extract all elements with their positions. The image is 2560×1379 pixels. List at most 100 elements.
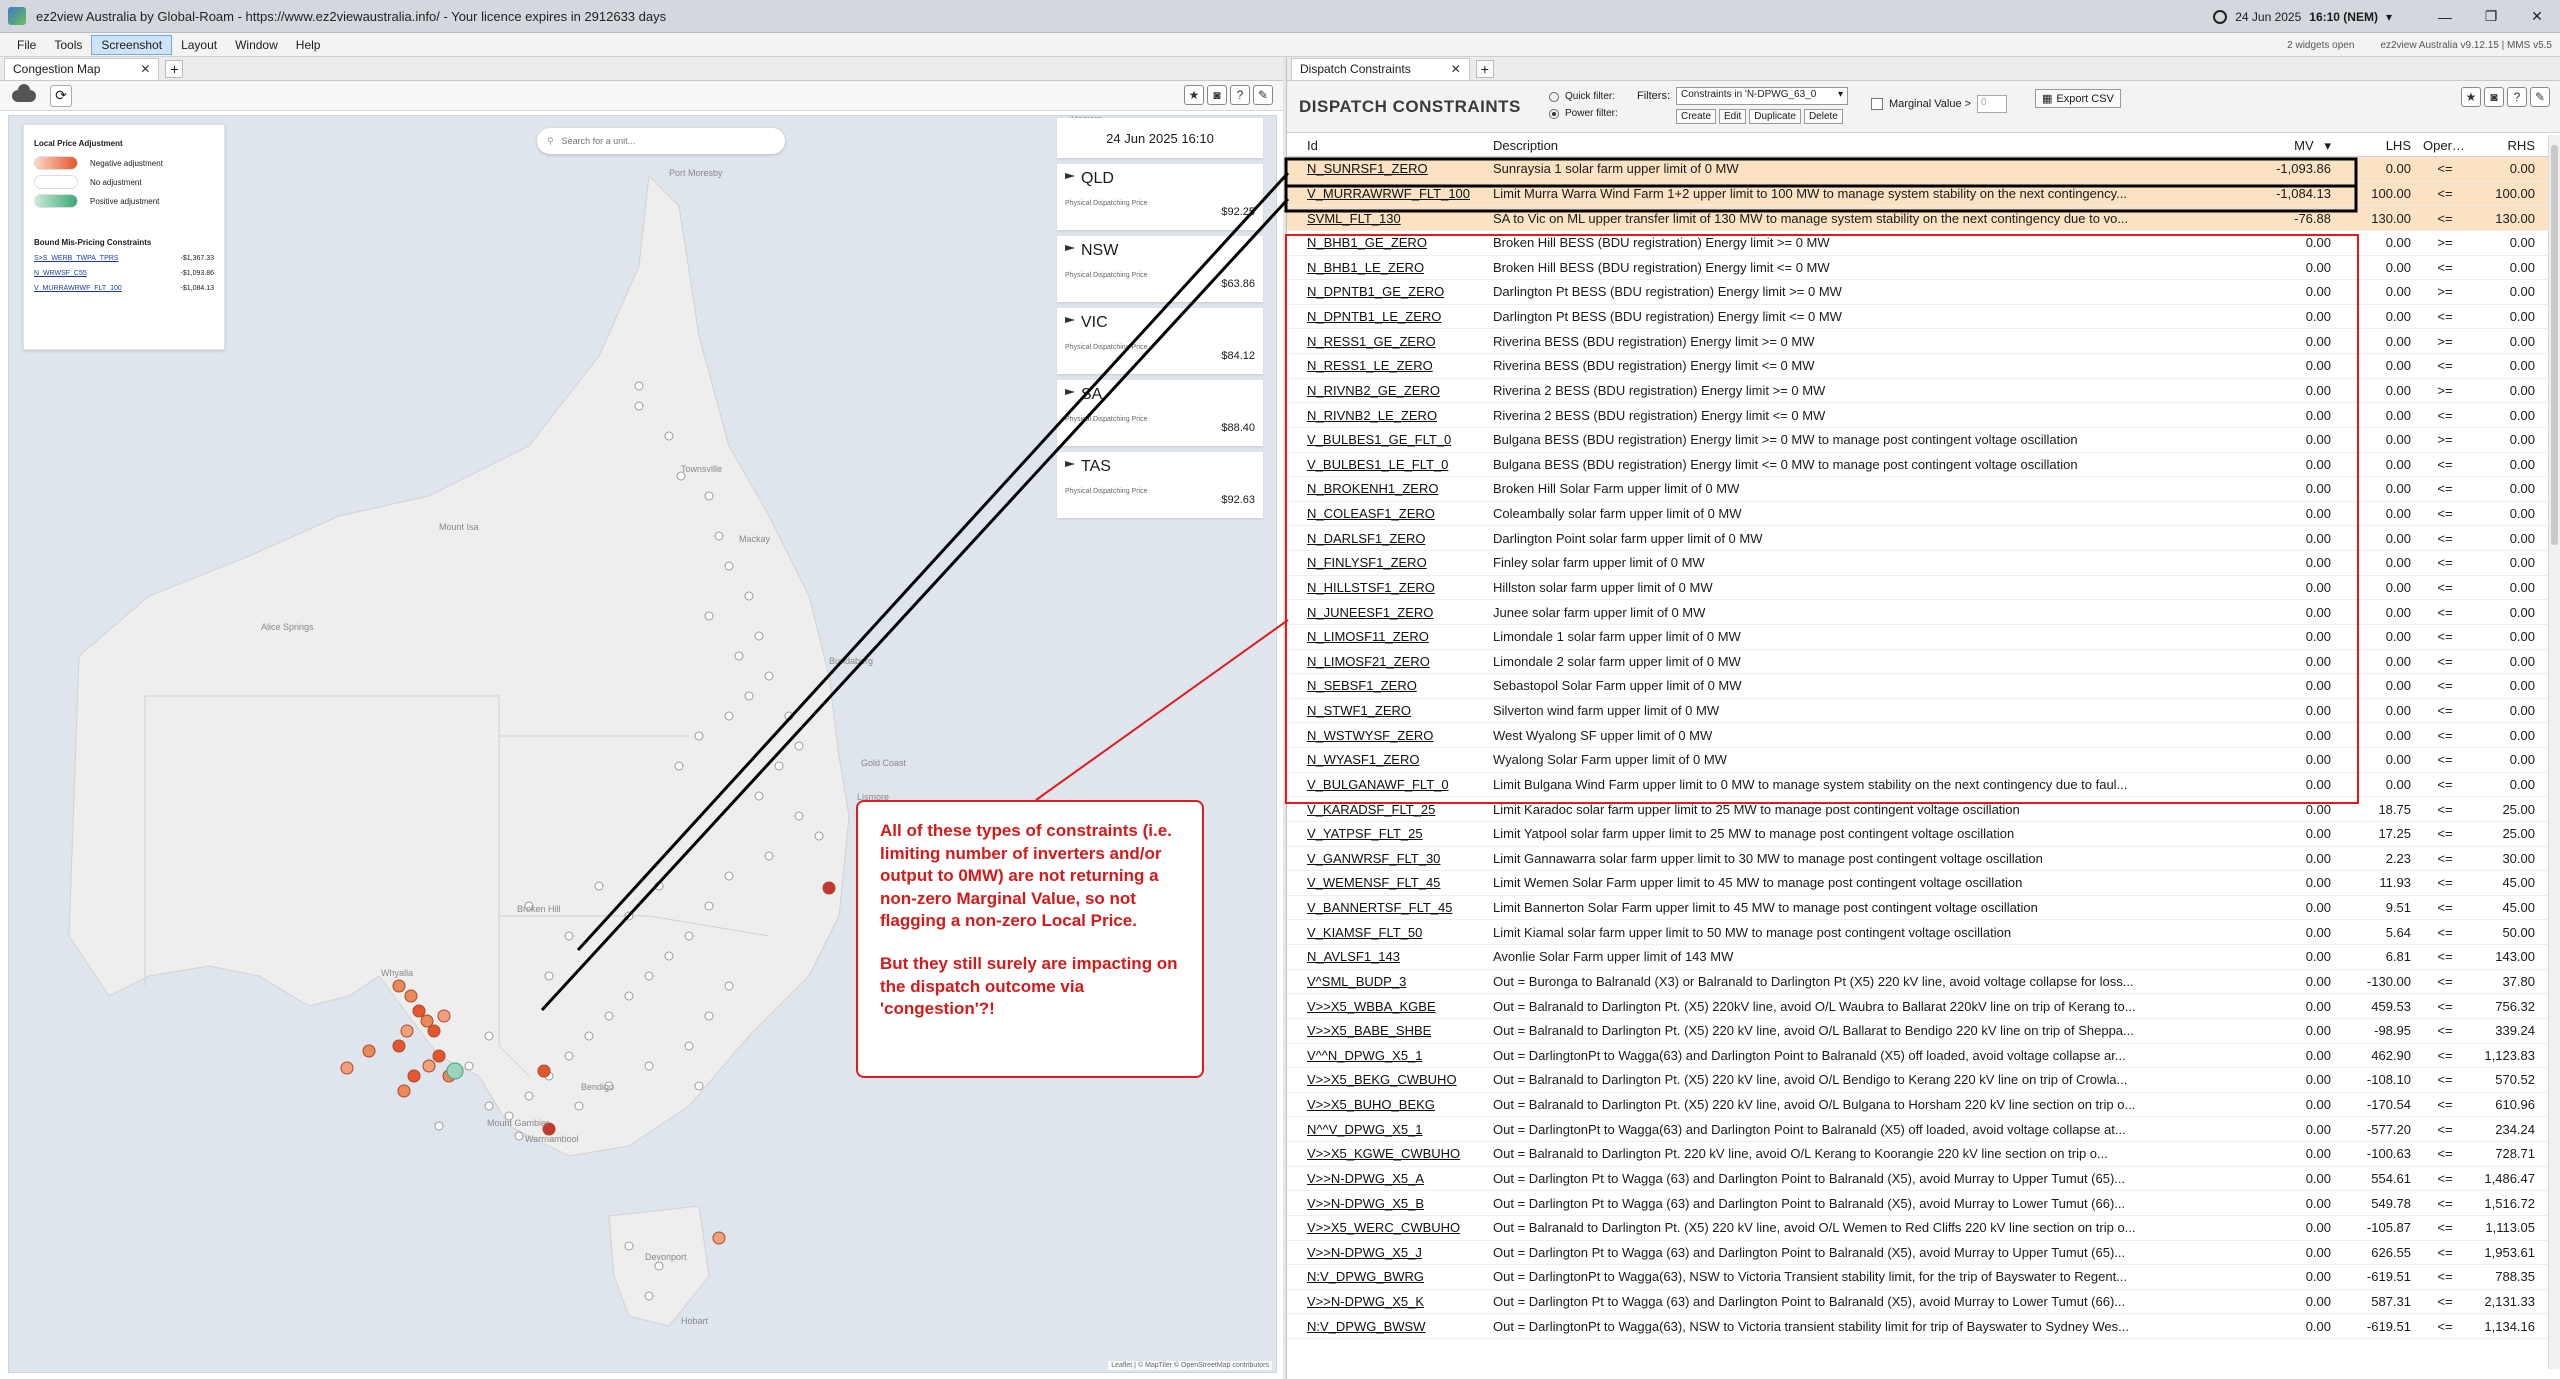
cell-id[interactable]: V>>X5_BABE_SHBE xyxy=(1287,1023,1487,1038)
table-row[interactable]: V>>X5_WERC_CWBUHO Out = Balranald to Darl… xyxy=(1287,1216,2549,1241)
table-row[interactable]: N_LIMOSF21_ZERO Limondale 2 solar farm up… xyxy=(1287,650,2549,675)
create-button[interactable]: Create xyxy=(1676,109,1717,124)
table-row[interactable]: V_MURRAWRWF_FLT_100 Limit Murra Warra Win… xyxy=(1287,181,2549,207)
star-icon[interactable]: ★ xyxy=(2461,87,2481,107)
bmp-link[interactable]: V_MURRAWRWF_FLT_100 xyxy=(34,285,122,292)
cell-id[interactable]: V^^N_DPWG_X5_1 xyxy=(1287,1048,1487,1063)
bmp-link[interactable]: N_WRWSF_C55 xyxy=(34,270,87,277)
cell-id[interactable]: N_COLEASF1_ZERO xyxy=(1287,506,1487,521)
cell-id[interactable]: V>>X5_WERC_CWBUHO xyxy=(1287,1220,1487,1235)
table-row[interactable]: V_BULBES1_LE_FLT_0 Bulgana BESS (BDU regi… xyxy=(1287,453,2549,478)
table-row[interactable]: N_SUNRSF1_ZERO Sunraysia 1 solar farm upp… xyxy=(1287,157,2549,182)
column-header-operator[interactable]: Operator xyxy=(2417,138,2473,153)
table-row[interactable]: N_WSTWYSF_ZERO West Wyalong SF upper limi… xyxy=(1287,723,2549,748)
table-row[interactable]: N_SEBSF1_ZERO Sebastopol Solar Farm upper… xyxy=(1287,674,2549,699)
region-card-vic[interactable]: VIC Physical Dispatching Price $84.12 xyxy=(1057,308,1263,374)
cell-id[interactable]: V_BULBES1_LE_FLT_0 xyxy=(1287,457,1487,472)
cell-id[interactable]: V_WEMENSF_FLT_45 xyxy=(1287,875,1487,890)
bmp-row[interactable]: V_MURRAWRWF_FLT_100 -$1,084.13 xyxy=(34,285,214,292)
map-attribution[interactable]: Leaflet | © MapTiler © OpenStreetMap con… xyxy=(1108,1361,1272,1370)
table-row[interactable]: V_BULBES1_GE_FLT_0 Bulgana BESS (BDU regi… xyxy=(1287,428,2549,453)
cell-id[interactable]: N_BHB1_GE_ZERO xyxy=(1287,235,1487,250)
table-row[interactable]: N_LIMOSF11_ZERO Limondale 1 solar farm up… xyxy=(1287,625,2549,650)
camera-icon[interactable]: ◙ xyxy=(1207,85,1227,105)
nem-clock[interactable]: 24 Jun 2025 16:10 (NEM) ▾ xyxy=(2213,9,2392,24)
cell-id[interactable]: N_RESS1_LE_ZERO xyxy=(1287,358,1487,373)
table-row[interactable]: V_YATPSF_FLT_25 Limit Yatpool solar farm … xyxy=(1287,822,2549,847)
vertical-scrollbar[interactable] xyxy=(2548,135,2560,1369)
table-row[interactable]: V>>N-DPWG_X5_B Out = Darlington Pt to Wag… xyxy=(1287,1191,2549,1216)
table-row[interactable]: V>>X5_WBBA_KGBE Out = Balranald to Darlin… xyxy=(1287,994,2549,1019)
table-row[interactable]: N_BROKENH1_ZERO Broken Hill Solar Farm up… xyxy=(1287,477,2549,502)
cell-id[interactable]: V>>N-DPWG_X5_J xyxy=(1287,1245,1487,1260)
table-row[interactable]: N_DPNTB1_LE_ZERO Darlington Pt BESS (BDU … xyxy=(1287,305,2549,330)
cell-id[interactable]: V_MURRAWRWF_FLT_100 xyxy=(1287,186,1487,201)
cell-id[interactable]: V^SML_BUDP_3 xyxy=(1287,974,1487,989)
table-row[interactable]: N_RIVNB2_GE_ZERO Riverina 2 BESS (BDU reg… xyxy=(1287,379,2549,404)
marginal-value-checkbox[interactable] xyxy=(1871,98,1883,110)
table-row[interactable]: N_AVLSF1_143 Avonlie Solar Farm upper lim… xyxy=(1287,945,2549,970)
cell-id[interactable]: N_STWF1_ZERO xyxy=(1287,703,1487,718)
table-row[interactable]: V_BANNERTSF_FLT_45 Limit Bannerton Solar … xyxy=(1287,896,2549,921)
help-icon[interactable]: ? xyxy=(2507,87,2527,107)
table-row[interactable]: N^^V_DPWG_X5_1 Out = DarlingtonPt to Wagg… xyxy=(1287,1117,2549,1142)
cell-id[interactable]: N_DPNTB1_LE_ZERO xyxy=(1287,309,1487,324)
tab-congestion-map[interactable]: Congestion Map ✕ xyxy=(4,57,160,80)
cell-id[interactable]: N_AVLSF1_143 xyxy=(1287,949,1487,964)
cell-id[interactable]: V>>N-DPWG_X5_B xyxy=(1287,1196,1487,1211)
region-card-qld[interactable]: QLD Physical Dispatching Price $92.25 xyxy=(1057,164,1263,230)
table-row[interactable]: N:V_DPWG_BWRG Out = DarlingtonPt to Wagga… xyxy=(1287,1265,2549,1290)
close-icon[interactable]: ✕ xyxy=(140,62,150,76)
cell-id[interactable]: N:V_DPWG_BWSW xyxy=(1287,1319,1487,1334)
cell-id[interactable]: V_YATPSF_FLT_25 xyxy=(1287,826,1487,841)
menu-tools[interactable]: Tools xyxy=(45,36,91,54)
cell-id[interactable]: V_BANNERTSF_FLT_45 xyxy=(1287,900,1487,915)
quick-filter-radio[interactable] xyxy=(1549,91,1559,102)
duplicate-button[interactable]: Duplicate xyxy=(1749,109,1801,124)
table-row[interactable]: V_WEMENSF_FLT_45 Limit Wemen Solar Farm u… xyxy=(1287,871,2549,896)
region-card-nsw[interactable]: NSW Physical Dispatching Price $63.86 xyxy=(1057,236,1263,302)
cell-id[interactable]: V_KARADSF_FLT_25 xyxy=(1287,802,1487,817)
table-row[interactable]: V>>X5_BEKG_CWBUHO Out = Balranald to Darl… xyxy=(1287,1068,2549,1093)
table-row[interactable]: N_HILLSTSF1_ZERO Hillston solar farm uppe… xyxy=(1287,576,2549,601)
map-canvas[interactable]: Port Moresby Honiara Mount Isa Townsvill… xyxy=(8,115,1277,1373)
table-row[interactable]: N_JUNEESF1_ZERO Junee solar farm upper li… xyxy=(1287,600,2549,625)
cell-id[interactable]: V>>N-DPWG_X5_K xyxy=(1287,1294,1487,1309)
cell-id[interactable]: V>>X5_BEKG_CWBUHO xyxy=(1287,1072,1487,1087)
cell-id[interactable]: V>>X5_BUHO_BEKG xyxy=(1287,1097,1487,1112)
table-row[interactable]: V>>N-DPWG_X5_A Out = Darlington Pt to Wag… xyxy=(1287,1167,2549,1192)
cell-id[interactable]: N_DARLSF1_ZERO xyxy=(1287,531,1487,546)
table-row[interactable]: N_BHB1_LE_ZERO Broken Hill BESS (BDU regi… xyxy=(1287,256,2549,281)
edit-button[interactable]: Edit xyxy=(1719,109,1747,124)
cell-id[interactable]: V_GANWRSF_FLT_30 xyxy=(1287,851,1487,866)
table-row[interactable]: V>>N-DPWG_X5_J Out = Darlington Pt to Wag… xyxy=(1287,1241,2549,1266)
menu-help[interactable]: Help xyxy=(287,36,330,54)
bmp-link[interactable]: S>S_WERB_TWPA_TPRS xyxy=(34,255,118,262)
table-row[interactable]: V>>X5_BABE_SHBE Out = Balranald to Darlin… xyxy=(1287,1019,2549,1044)
scrollbar-thumb[interactable] xyxy=(2551,145,2558,545)
menu-window[interactable]: Window xyxy=(226,36,287,54)
table-row[interactable]: V_BULGANAWF_FLT_0 Limit Bulgana Wind Farm… xyxy=(1287,773,2549,798)
table-row[interactable]: N_BHB1_GE_ZERO Broken Hill BESS (BDU regi… xyxy=(1287,231,2549,256)
cell-id[interactable]: N_LIMOSF11_ZERO xyxy=(1287,629,1487,644)
column-header-id[interactable]: Id xyxy=(1287,138,1487,153)
chevron-down-icon[interactable]: ▾ xyxy=(2386,10,2392,24)
table-row[interactable]: SVML_FLT_130 SA to Vic on ML upper transf… xyxy=(1287,206,2549,231)
table-row[interactable]: V>>X5_KGWE_CWBUHO Out = Balranald to Darl… xyxy=(1287,1142,2549,1167)
add-tab-button[interactable]: + xyxy=(165,59,184,78)
cell-id[interactable]: N_BROKENH1_ZERO xyxy=(1287,481,1487,496)
cell-id[interactable]: N_WSTWYSF_ZERO xyxy=(1287,728,1487,743)
delete-button[interactable]: Delete xyxy=(1803,109,1843,124)
table-row[interactable]: N_DARLSF1_ZERO Darlington Point solar far… xyxy=(1287,526,2549,551)
region-card-sa[interactable]: SA Physical Dispatching Price $88.40 xyxy=(1057,380,1263,446)
table-row[interactable]: N_RIVNB2_LE_ZERO Riverina 2 BESS (BDU reg… xyxy=(1287,403,2549,428)
table-row[interactable]: V_KARADSF_FLT_25 Limit Karadoc solar farm… xyxy=(1287,797,2549,822)
cell-id[interactable]: N_RIVNB2_GE_ZERO xyxy=(1287,383,1487,398)
cell-id[interactable]: V>>X5_KGWE_CWBUHO xyxy=(1287,1146,1487,1161)
cell-id[interactable]: N_SEBSF1_ZERO xyxy=(1287,678,1487,693)
cell-id[interactable]: N_FINLYSF1_ZERO xyxy=(1287,555,1487,570)
power-filter-option[interactable]: Power filter: xyxy=(1549,108,1618,119)
bmp-row[interactable]: S>S_WERB_TWPA_TPRS -$1,367.33 xyxy=(34,255,214,262)
cell-id[interactable]: V_BULBES1_GE_FLT_0 xyxy=(1287,432,1487,447)
table-row[interactable]: N_COLEASF1_ZERO Coleambally solar farm up… xyxy=(1287,502,2549,527)
